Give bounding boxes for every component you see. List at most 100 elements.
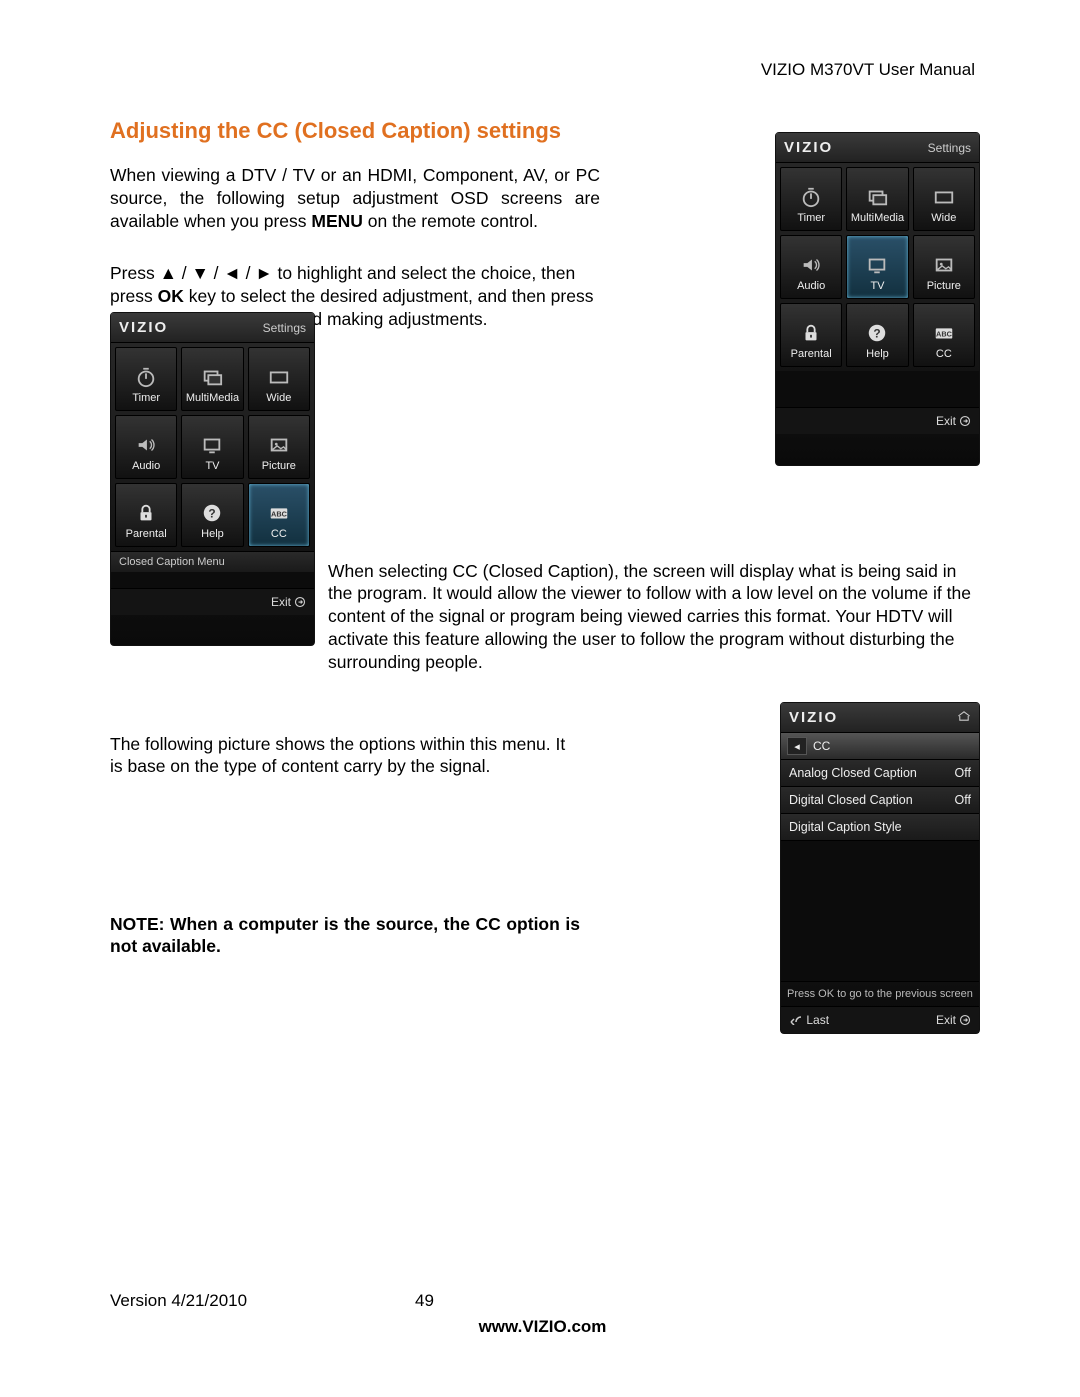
tile-label: TV xyxy=(205,460,219,472)
parental-icon xyxy=(133,502,159,524)
wide-icon xyxy=(266,366,292,388)
timer-icon xyxy=(133,366,159,388)
audio-icon xyxy=(798,254,824,276)
osd-tile-timer[interactable]: Timer xyxy=(780,167,842,231)
home-icon[interactable] xyxy=(957,710,971,725)
cc-option-value: Off xyxy=(955,793,971,807)
osd-tile-audio[interactable]: Audio xyxy=(115,415,177,479)
wide-icon xyxy=(931,186,957,208)
osd-tile-multimedia[interactable]: MultiMedia xyxy=(846,167,908,231)
page-number: 49 xyxy=(415,1291,434,1311)
tile-label: MultiMedia xyxy=(186,392,239,404)
exit-button[interactable]: Exit xyxy=(936,414,971,428)
parental-icon xyxy=(798,322,824,344)
audio-icon xyxy=(133,434,159,456)
vizio-logo: VIZIO xyxy=(119,319,168,336)
cc-option-list: Analog Closed CaptionOffDigital Closed C… xyxy=(781,760,979,841)
menu-key-label: MENU xyxy=(311,211,363,231)
cc-option-row[interactable]: Digital Closed Caption Off xyxy=(781,787,979,814)
picture-icon xyxy=(931,254,957,276)
osd-tile-wide[interactable]: Wide xyxy=(248,347,310,411)
osd-tile-wide[interactable]: Wide xyxy=(913,167,975,231)
tile-label: Picture xyxy=(262,460,296,472)
tile-label: Audio xyxy=(132,460,160,472)
exit-label: Exit xyxy=(936,414,956,428)
vizio-logo: VIZIO xyxy=(789,709,838,726)
back-arrow-icon: ◂ xyxy=(787,737,807,755)
text: on the remote control. xyxy=(363,211,538,231)
svg-text:ABC: ABC xyxy=(271,510,288,519)
tile-label: Picture xyxy=(927,280,961,292)
cc-option-row[interactable]: Analog Closed CaptionOff xyxy=(781,760,979,787)
cc-icon: ABC xyxy=(931,322,957,344)
osd-tile-picture[interactable]: Picture xyxy=(248,415,310,479)
osd-tile-cc[interactable]: ABCCC xyxy=(913,303,975,367)
tile-label: Parental xyxy=(791,348,832,360)
osd-tile-help[interactable]: ? Help xyxy=(846,303,908,367)
cc-option-row[interactable]: Digital Caption Style xyxy=(781,814,979,841)
breadcrumb-label: CC xyxy=(813,739,830,753)
tile-label: Timer xyxy=(132,392,160,404)
back-icon xyxy=(789,1015,803,1025)
osd-title: Settings xyxy=(928,141,971,155)
cc-option-label: Digital Caption Style xyxy=(789,820,902,834)
multimedia-icon xyxy=(864,186,890,208)
multimedia-icon xyxy=(199,366,225,388)
svg-text:?: ? xyxy=(874,327,881,341)
document-header: VIZIO M370VT User Manual xyxy=(110,60,975,80)
exit-icon xyxy=(959,415,971,427)
help-icon: ? xyxy=(199,502,225,524)
tv-icon xyxy=(864,254,890,276)
tile-label: Wide xyxy=(931,212,956,224)
tile-label: Audio xyxy=(797,280,825,292)
exit-icon xyxy=(294,596,306,608)
osd-tile-tv[interactable]: TV xyxy=(181,415,243,479)
tile-label: MultiMedia xyxy=(851,212,904,224)
osd-tile-cc[interactable]: ABCCC xyxy=(248,483,310,547)
osd-tile-parental[interactable]: Parental xyxy=(115,483,177,547)
cc-option-label: Analog Closed Caption xyxy=(789,766,917,780)
tv-icon xyxy=(199,434,225,456)
exit-label: Exit xyxy=(936,1013,956,1027)
tile-label: Timer xyxy=(797,212,825,224)
cc-icon: ABC xyxy=(266,502,292,524)
osd-tile-multimedia[interactable]: MultiMedia xyxy=(181,347,243,411)
paragraph-intro: When viewing a DTV / TV or an HDMI, Comp… xyxy=(110,164,600,232)
last-label: Last xyxy=(806,1013,829,1027)
svg-text:?: ? xyxy=(209,507,216,521)
note-text: NOTE: When a computer is the source, the… xyxy=(110,913,580,959)
svg-text:ABC: ABC xyxy=(936,330,953,339)
picture-icon xyxy=(266,434,292,456)
exit-icon xyxy=(959,1014,971,1026)
manual-page: VIZIO M370VT User Manual Adjusting the C… xyxy=(0,0,1080,1397)
version-text: Version 4/21/2010 xyxy=(110,1291,415,1311)
osd-footer: Exit xyxy=(111,588,314,615)
osd-tile-audio[interactable]: Audio xyxy=(780,235,842,299)
last-button[interactable]: Last xyxy=(789,1013,829,1027)
cc-breadcrumb[interactable]: ◂ CC xyxy=(781,733,979,760)
osd-tile-picture[interactable]: Picture xyxy=(913,235,975,299)
exit-button[interactable]: Exit xyxy=(936,1013,971,1027)
osd-topbar: VIZIO xyxy=(781,703,979,733)
help-icon: ? xyxy=(864,322,890,344)
osd-topbar: VIZIO Settings xyxy=(111,313,314,343)
exit-button[interactable]: Exit xyxy=(271,595,306,609)
page-footer: Version 4/21/2010 49 www.VIZIO.com xyxy=(110,1291,975,1337)
osd-subrow: Closed Caption Menu xyxy=(111,551,314,572)
timer-icon xyxy=(798,186,824,208)
osd-tile-help[interactable]: ?Help xyxy=(181,483,243,547)
osd-tile-tv[interactable]: TV xyxy=(846,235,908,299)
cc-hint-text: Press OK to go to the previous screen xyxy=(781,981,979,1006)
ok-key-label: OK xyxy=(158,286,184,306)
vizio-logo: VIZIO xyxy=(784,139,833,156)
osd-cc-menu-panel: VIZIO ◂ CC Analog Closed CaptionOffDigit… xyxy=(780,702,980,1034)
tile-label: TV xyxy=(870,280,884,292)
osd-tile-parental[interactable]: Parental xyxy=(780,303,842,367)
osd-settings-panel-2: VIZIO Settings Timer MultiMedia Wide Audio T… xyxy=(110,312,315,646)
paragraph-cc-description: When selecting CC (Closed Caption), the … xyxy=(328,560,980,674)
osd-tile-timer[interactable]: Timer xyxy=(115,347,177,411)
cc-option-label: Digital Closed Caption xyxy=(789,793,913,807)
osd-settings-panel-1: VIZIO Settings Timer MultiMedia Wide Audio T… xyxy=(775,132,980,466)
website-text: www.VIZIO.com xyxy=(110,1317,975,1337)
tile-label: Help xyxy=(866,348,889,360)
